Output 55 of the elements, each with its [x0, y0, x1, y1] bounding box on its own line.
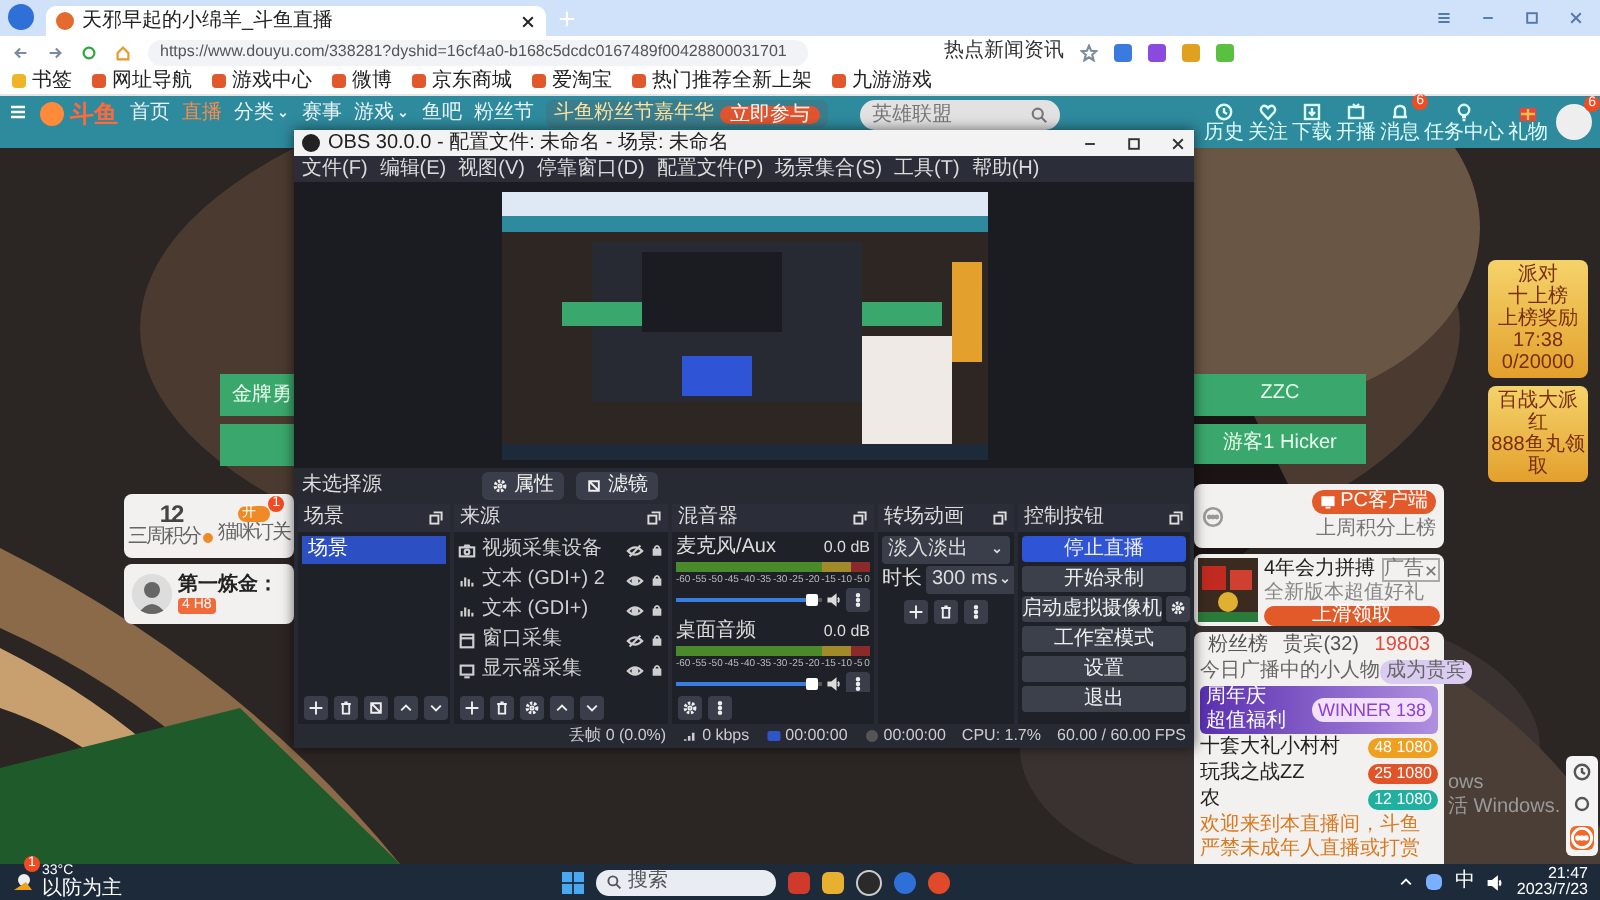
tray-icon[interactable]: [1426, 874, 1443, 890]
task-icon: [1454, 101, 1474, 121]
bookmark[interactable]: 京东商城: [412, 69, 512, 93]
address-field[interactable]: https://www.douyu.com/338281?dyshid=16cf4a0-b168c5dcdc0167489f00428800031701: [148, 39, 808, 65]
taskbar-search[interactable]: 搜索: [596, 869, 776, 895]
speaker-icon[interactable]: [1486, 873, 1505, 891]
follow-icon: [1258, 101, 1278, 121]
bookmark[interactable]: 网址导航: [92, 69, 192, 93]
input-method[interactable]: 中: [1454, 870, 1475, 894]
back-icon[interactable]: [12, 43, 30, 61]
app-icon[interactable]: [822, 871, 844, 893]
history-icon: [1214, 101, 1234, 121]
event-banner[interactable]: 斗鱼粉丝节嘉年华 立即参与: [546, 100, 828, 128]
menu-icon[interactable]: [8, 102, 28, 122]
header-action[interactable]: 礼物: [1508, 101, 1548, 143]
header-action[interactable]: 开播: [1336, 101, 1376, 143]
weather-icon: [12, 872, 36, 892]
maximize-icon[interactable]: [1126, 135, 1142, 151]
nav-link[interactable]: 赛事: [302, 102, 342, 126]
bookmark[interactable]: 书签: [12, 69, 72, 93]
search-field[interactable]: 英雄联盟: [860, 100, 1060, 130]
star-icon[interactable]: [1080, 43, 1098, 61]
header-action[interactable]: 任务中心: [1424, 101, 1504, 143]
search-icon: [606, 874, 622, 890]
bookmark[interactable]: 微博: [332, 69, 392, 93]
nav-link[interactable]: 鱼吧: [422, 102, 462, 126]
bookmark[interactable]: 爱淘宝: [532, 69, 612, 93]
up-icon[interactable]: [1398, 874, 1415, 890]
message-icon: [1390, 101, 1410, 121]
app-logo: [302, 134, 320, 152]
favicon: [56, 12, 74, 30]
nav-link[interactable]: 首页: [130, 102, 170, 126]
news-ticker[interactable]: 热点新闻资讯: [944, 40, 1064, 64]
bookmark[interactable]: 九游游戏: [832, 69, 932, 93]
header-action[interactable]: 历史: [1204, 101, 1244, 143]
bookmark[interactable]: 热门推荐全新上架: [632, 69, 812, 93]
header-action[interactable]: 关注: [1248, 101, 1288, 143]
refresh-icon[interactable]: [80, 43, 98, 61]
search-icon: [1030, 106, 1048, 124]
close-icon[interactable]: [520, 13, 536, 29]
window-menu-icon[interactable]: [1436, 10, 1452, 26]
download-icon: [1302, 101, 1322, 121]
nav-link[interactable]: 分类: [234, 102, 290, 126]
browser-logo[interactable]: [8, 3, 34, 29]
nav-link[interactable]: 粉丝节: [474, 102, 534, 126]
close-icon[interactable]: [1170, 135, 1186, 151]
clock[interactable]: 21:47 2023/7/23: [1516, 866, 1588, 898]
windows-start-icon[interactable]: [562, 871, 584, 893]
broadcast-icon: [1346, 101, 1366, 121]
app-icon[interactable]: [856, 869, 882, 895]
browser-tab[interactable]: 天邪早起的小绵羊_斗鱼直播: [46, 6, 546, 36]
nav-link[interactable]: 游戏: [354, 102, 410, 126]
forward-icon[interactable]: [46, 43, 64, 61]
header-action[interactable]: 下载: [1292, 101, 1332, 143]
bookmark[interactable]: 游戏中心: [212, 69, 312, 93]
